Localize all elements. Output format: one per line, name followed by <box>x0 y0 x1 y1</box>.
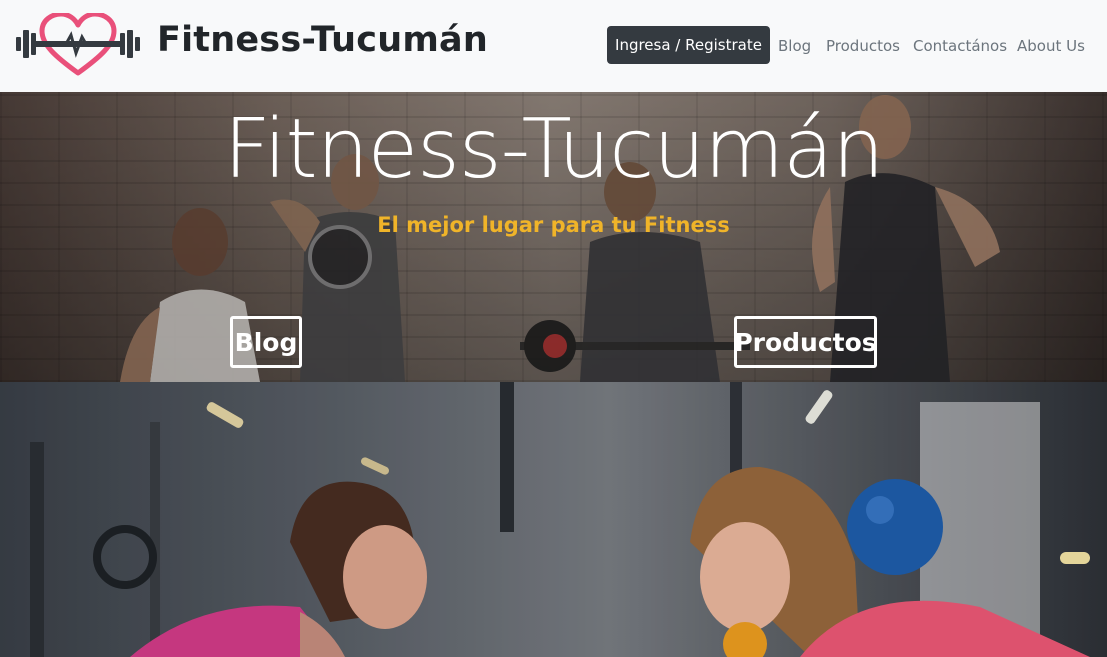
hero-banner: Fitness-Tucumán El mejor lugar para tu F… <box>0 92 1107 382</box>
brand-name[interactable]: Fitness-Tucumán <box>157 20 488 60</box>
navbar: Fitness-Tucumán Ingresa / Registrate Blo… <box>0 0 1107 92</box>
hero-title: Fitness-Tucumán <box>223 102 885 197</box>
nav-link-productos[interactable]: Productos <box>826 37 900 55</box>
hero-blog-button[interactable]: Blog <box>230 316 302 368</box>
nav-link-blog[interactable]: Blog <box>778 37 811 55</box>
gym-photo-image <box>0 382 1107 657</box>
hero-subtitle: El mejor lugar para tu Fitness <box>377 213 730 237</box>
hero-productos-button[interactable]: Productos <box>734 316 877 368</box>
gym-photo-section <box>0 382 1107 657</box>
login-register-button[interactable]: Ingresa / Registrate <box>607 26 770 64</box>
nav-link-about-us[interactable]: About Us <box>1017 37 1085 55</box>
nav-link-contactanos[interactable]: Contactános <box>913 37 1007 55</box>
dumbbell-heart-icon[interactable] <box>16 13 140 77</box>
